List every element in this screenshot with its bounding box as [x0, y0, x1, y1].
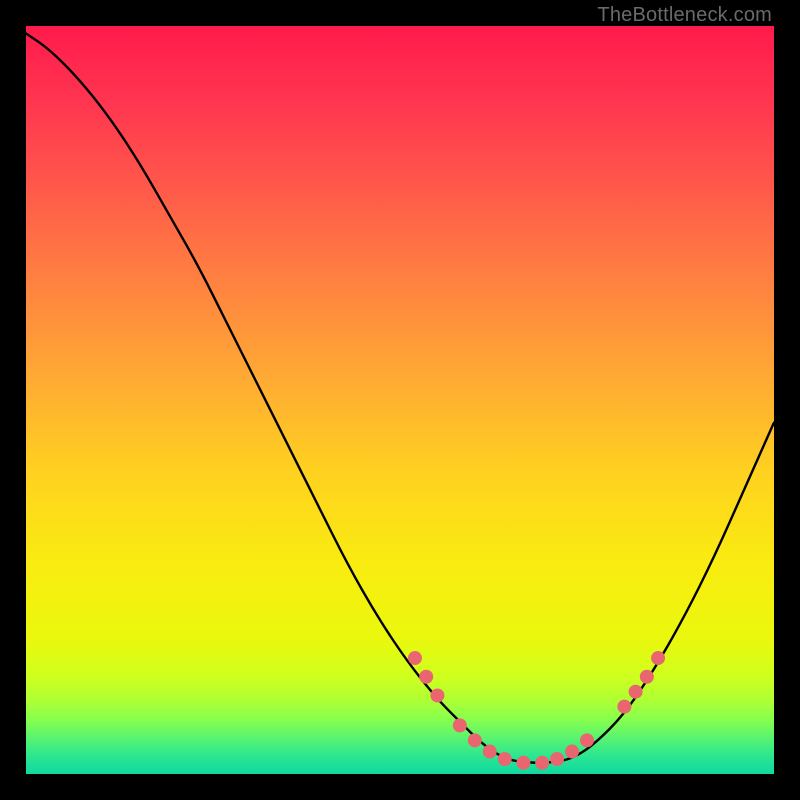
data-point	[535, 756, 549, 770]
data-point	[550, 752, 564, 766]
data-point	[408, 651, 422, 665]
data-point	[430, 688, 444, 702]
data-point	[468, 733, 482, 747]
data-point	[580, 733, 594, 747]
data-point	[516, 756, 530, 770]
data-point	[640, 670, 654, 684]
curve-dots	[408, 651, 665, 770]
data-point	[651, 651, 665, 665]
plot-area	[26, 26, 774, 774]
chart-svg	[26, 26, 774, 774]
data-point	[629, 685, 643, 699]
data-point	[498, 752, 512, 766]
outer-frame: TheBottleneck.com	[0, 0, 800, 800]
data-point	[483, 745, 497, 759]
data-point	[453, 718, 467, 732]
data-point	[565, 745, 579, 759]
data-point	[419, 670, 433, 684]
watermark-text: TheBottleneck.com	[597, 4, 772, 27]
data-point	[617, 700, 631, 714]
